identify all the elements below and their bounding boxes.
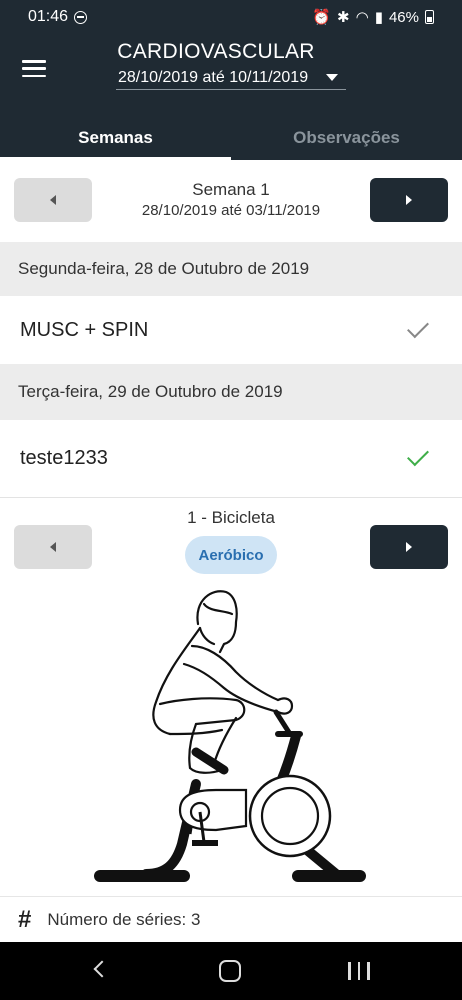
home-icon[interactable] — [219, 960, 241, 982]
tab-bar: Semanas Observações — [0, 116, 462, 160]
previous-week-button[interactable] — [14, 178, 92, 222]
day-header: Segunda-feira, 28 de Outubro de 2019 — [0, 242, 462, 296]
page-title: CARDIOVASCULAR — [117, 40, 315, 63]
dropdown-caret-icon — [326, 74, 338, 81]
day-header: Terça-feira, 29 de Outubro de 2019 — [0, 364, 462, 420]
check-icon — [407, 316, 429, 339]
workout-name: MUSC + SPIN — [20, 318, 149, 341]
exercise-bike-illustration — [94, 590, 366, 882]
hash-icon: # — [18, 905, 32, 933]
week-range: 28/10/2019 até 03/11/2019 — [141, 202, 321, 219]
arrow-right-icon — [406, 195, 412, 205]
alarm-icon: ⏰ — [312, 9, 332, 26]
week-title: Semana 1 — [192, 180, 270, 199]
signal-icon: ▮ — [374, 9, 383, 26]
workout-row[interactable]: teste1233 — [0, 420, 462, 496]
week-label: Semana 1 28/10/2019 até 03/11/2019 — [110, 180, 352, 219]
back-icon[interactable] — [93, 960, 111, 978]
wifi-icon: ◠ — [355, 9, 369, 26]
system-navigation-bar — [0, 942, 462, 1000]
status-time: 01:46 — [28, 8, 69, 25]
date-range-select[interactable]: 28/10/2019 até 10/11/2019 — [116, 66, 346, 90]
previous-exercise-button[interactable] — [14, 525, 92, 569]
battery-icon — [425, 10, 434, 24]
series-info: # Número de séries: 3 — [0, 896, 462, 942]
arrow-left-icon — [50, 195, 56, 205]
exercise-title: 1 - Bicicleta — [187, 508, 275, 527]
arrow-right-icon — [406, 542, 412, 552]
tab-observacoes[interactable]: Observações — [231, 116, 462, 160]
next-week-button[interactable] — [370, 178, 448, 222]
date-range-value: 28/10/2019 até 10/11/2019 — [118, 69, 309, 86]
exercise-card: 1 - Bicicleta Aeróbico — [0, 498, 462, 896]
workout-name: teste1233 — [20, 446, 108, 469]
battery-percent: 46% — [388, 8, 419, 26]
status-icons: ⏰ ✱ ◠ ▮ 46% — [312, 8, 434, 26]
workout-row[interactable]: MUSC + SPIN — [0, 296, 462, 364]
tab-semanas[interactable]: Semanas — [0, 116, 231, 160]
recent-apps-icon[interactable] — [348, 962, 370, 980]
series-count: Número de séries: 3 — [47, 909, 201, 929]
week-navigator: Semana 1 28/10/2019 até 03/11/2019 — [0, 160, 462, 240]
bluetooth-icon: ✱ — [337, 9, 350, 26]
status-bar: 01:46 ⏰ ✱ ◠ ▮ 46% — [0, 0, 462, 34]
app-bar: CARDIOVASCULAR 28/10/2019 até 10/11/2019… — [0, 34, 462, 160]
check-icon — [407, 444, 429, 467]
do-not-disturb-icon — [74, 10, 88, 24]
arrow-left-icon — [50, 542, 56, 552]
category-badge: Aeróbico — [185, 536, 277, 574]
next-exercise-button[interactable] — [370, 525, 448, 569]
